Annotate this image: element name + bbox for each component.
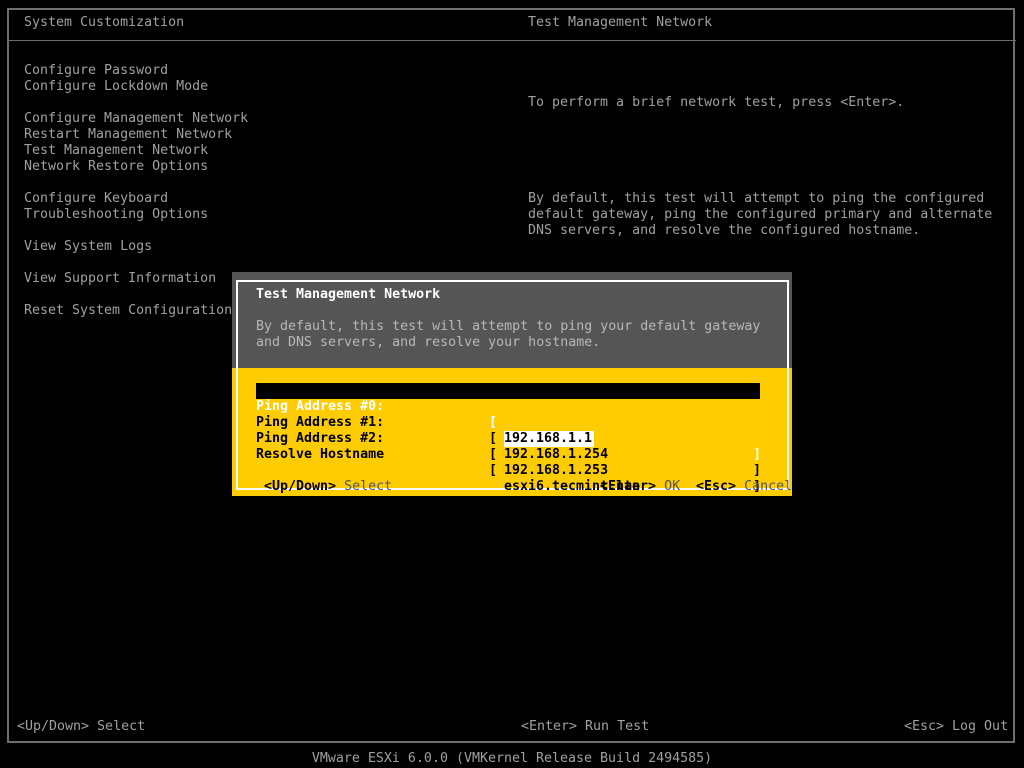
- cancel-action: Cancel: [744, 479, 793, 494]
- menu-item-configure-management-network[interactable]: Configure Management Network: [24, 111, 248, 127]
- menu-item-view-system-logs[interactable]: View System Logs: [24, 239, 248, 255]
- field-label: Resolve Hostname: [256, 447, 385, 462]
- right-panel-instruction: To perform a brief network test, press <…: [528, 95, 905, 110]
- right-panel-description: By default, this test will attempt to pi…: [528, 191, 993, 238]
- dialog-title: Test Management Network: [256, 287, 441, 302]
- right-panel-title: Test Management Network: [528, 15, 713, 30]
- menu-item-configure-password[interactable]: Configure Password: [24, 63, 248, 79]
- enter-key: <Enter>: [600, 479, 657, 494]
- bracket-close: ]: [753, 495, 762, 510]
- dialog-description: By default, this test will attempt to pi…: [256, 319, 761, 350]
- footer-logout-hint[interactable]: <Esc> Log Out: [904, 719, 1008, 735]
- menu-item-troubleshooting-options[interactable]: Troubleshooting Options: [24, 207, 248, 223]
- menu-item-view-support-information[interactable]: View Support Information: [24, 271, 248, 287]
- menu-item-network-restore-options[interactable]: Network Restore Options: [24, 159, 248, 175]
- footer-run-test-hint[interactable]: <Enter> Run Test: [521, 719, 649, 735]
- ping-address-1-row[interactable]: Ping Address #1: [ 192.168.1.254 ]: [256, 399, 761, 478]
- footer-select-hint: <Up/Down> Select: [17, 719, 146, 734]
- version-string: VMware ESXi 6.0.0 (VMKernel Release Buil…: [311, 751, 713, 766]
- menu-item-configure-keyboard[interactable]: Configure Keyboard: [24, 191, 248, 207]
- bracket-close: ]: [753, 447, 762, 462]
- esc-key: <Esc>: [696, 479, 737, 494]
- system-customization-menu: Configure Password Configure Lockdown Mo…: [24, 63, 248, 319]
- dialog-cancel-button[interactable]: <Esc> Cancel: [680, 463, 792, 495]
- up-down-key: <Up/Down>: [264, 479, 337, 494]
- header-divider: [9, 40, 1016, 41]
- left-panel-title: System Customization: [24, 15, 185, 30]
- right-panel-content: To perform a brief network test, press <…: [528, 63, 992, 255]
- select-action: Select: [344, 479, 393, 494]
- bracket-open: [: [489, 463, 498, 478]
- ping-address-1-input[interactable]: 192.168.1.254: [504, 447, 608, 463]
- ok-action: OK: [664, 479, 681, 494]
- menu-item-test-management-network[interactable]: Test Management Network: [24, 143, 248, 159]
- ping-address-2-row[interactable]: Ping Address #2: [ 192.168.1.253 ]: [256, 415, 761, 494]
- menu-item-restart-management-network[interactable]: Restart Management Network: [24, 127, 248, 143]
- dialog-ok-button[interactable]: <Enter> OK: [584, 463, 680, 495]
- resolve-hostname-row[interactable]: Resolve Hostname [ esxi6.tecmint.lan ]: [256, 431, 761, 510]
- ping-address-0-row[interactable]: Ping Address #0: [ 192.168.1.1 ]: [256, 383, 761, 462]
- menu-item-configure-lockdown-mode[interactable]: Configure Lockdown Mode: [24, 79, 248, 95]
- bracket-open: [: [489, 447, 498, 462]
- dialog-select-hint: <Up/Down> Select: [248, 463, 392, 495]
- menu-item-reset-system-configuration[interactable]: Reset System Configuration: [24, 303, 248, 319]
